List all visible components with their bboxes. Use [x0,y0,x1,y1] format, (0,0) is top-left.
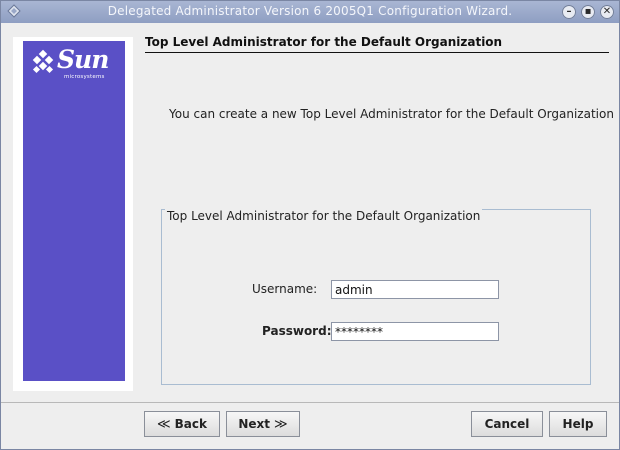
sun-logo-word: Sun [57,45,109,74]
maximize-icon[interactable]: ▪ [581,5,595,19]
brand-sidebar: Sun microsystems [23,41,125,381]
back-button-label: Back [174,417,207,431]
username-input[interactable] [331,280,499,299]
button-bar-separator [1,402,619,403]
intro-text: You can create a new Top Level Administr… [169,107,614,121]
password-label: Password: [262,324,332,338]
back-arrow-icon: ≪ [157,416,171,432]
username-label: Username: [252,282,318,296]
title-divider [145,52,609,53]
back-button[interactable]: ≪ Back [144,411,220,437]
next-arrow-icon: ≫ [274,416,288,432]
help-button-label: Help [562,417,594,431]
cancel-button[interactable]: Cancel [471,411,543,437]
wizard-window: Delegated Administrator Version 6 2005Q1… [0,0,620,450]
sun-logo: Sun microsystems [29,45,124,85]
sun-logo-subtitle: microsystems [64,74,105,80]
cancel-button-label: Cancel [484,417,530,431]
minimize-icon[interactable]: – [562,5,576,19]
title-bar[interactable]: Delegated Administrator Version 6 2005Q1… [1,1,619,23]
help-button[interactable]: Help [549,411,607,437]
sidebar-frame: Sun microsystems [13,37,133,391]
wizard-content: Sun microsystems Top Level Administrator… [1,23,619,449]
window-title: Delegated Administrator Version 6 2005Q1… [107,4,513,18]
group-legend: Top Level Administrator for the Default … [165,209,483,223]
page-title: Top Level Administrator for the Default … [145,35,503,49]
next-button[interactable]: Next ≫ [226,411,300,437]
close-icon[interactable]: ✕ [600,5,614,19]
next-button-label: Next [238,417,271,431]
password-input[interactable] [331,322,499,341]
sun-logo-mark-icon [32,49,54,74]
